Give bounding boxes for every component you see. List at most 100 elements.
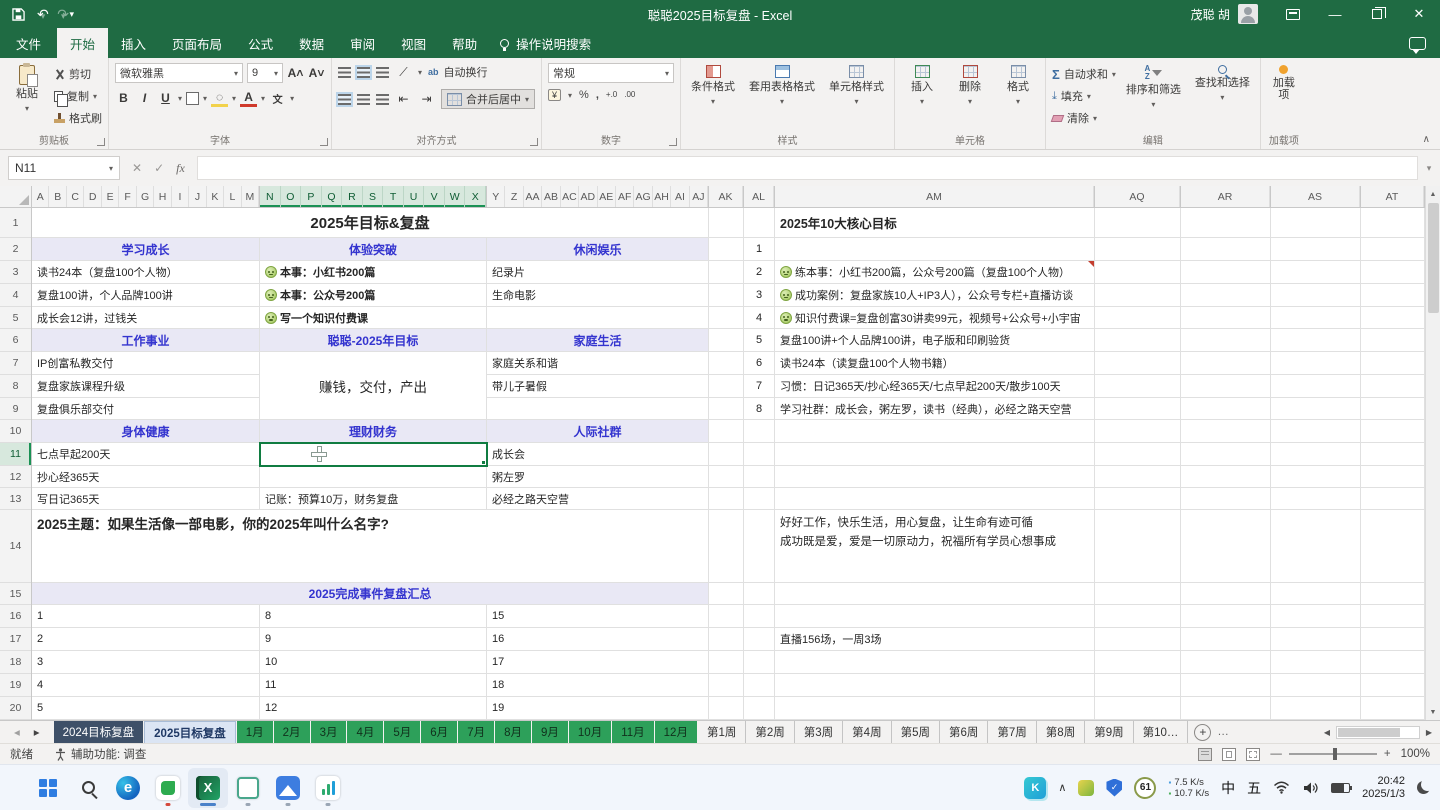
cell[interactable] (709, 443, 744, 466)
cell[interactable] (1361, 488, 1425, 510)
tab-file[interactable]: 文件 (0, 28, 57, 58)
cell[interactable]: 学习成长 (32, 238, 260, 261)
row-header-9[interactable]: 9 (0, 398, 31, 420)
tab-帮助[interactable]: 帮助 (439, 28, 490, 58)
cell[interactable] (709, 651, 744, 674)
chart-app-button[interactable] (308, 768, 348, 808)
column-header-V[interactable]: V (424, 186, 445, 207)
number-dialog-launcher[interactable] (669, 138, 677, 146)
cell[interactable] (709, 398, 744, 420)
ribbon-display-options-button[interactable] (1272, 0, 1314, 28)
cell[interactable]: 4 (32, 674, 260, 697)
cell[interactable] (709, 466, 744, 488)
start-button[interactable] (28, 768, 68, 808)
clipboard-dialog-launcher[interactable] (97, 138, 105, 146)
cell[interactable] (1361, 208, 1425, 238)
cell[interactable] (1361, 697, 1425, 720)
cell[interactable] (1095, 284, 1181, 307)
tray-expand-chevron[interactable]: ∧ (1058, 781, 1066, 794)
cell[interactable]: 12 (260, 697, 487, 720)
cell[interactable] (744, 488, 775, 510)
cell[interactable] (1361, 510, 1425, 583)
vertical-scrollbar[interactable]: ▲ ▼ (1425, 186, 1440, 720)
cell[interactable] (775, 674, 1095, 697)
row-header-20[interactable]: 20 (0, 697, 31, 720)
selected-cell[interactable] (260, 443, 487, 466)
cell[interactable] (1095, 443, 1181, 466)
cell[interactable] (1181, 583, 1271, 605)
sheet-tab-2月[interactable]: 2月 (274, 721, 310, 743)
cell[interactable]: 成功案例：复盘家族10人+IP3人），公众号专栏+直播访谈 (775, 284, 1095, 307)
copy-button[interactable]: 复制▾ (54, 87, 102, 105)
column-header-AH[interactable]: AH (653, 186, 671, 207)
cell[interactable] (1361, 261, 1425, 284)
cell[interactable] (744, 466, 775, 488)
column-header-Q[interactable]: Q (322, 186, 343, 207)
sheet-tab-7月[interactable]: 7月 (458, 721, 494, 743)
cell[interactable] (1271, 420, 1361, 443)
cell[interactable]: 4 (744, 307, 775, 329)
sheet-nav-left-arrow[interactable]: ◂ (14, 725, 20, 739)
cell[interactable] (1181, 238, 1271, 261)
row-header-7[interactable]: 7 (0, 352, 31, 375)
cell-theme[interactable]: 2025主题：如果生活像一部电影，你的2025年叫什么名字? (32, 510, 709, 583)
column-header-P[interactable]: P (301, 186, 322, 207)
cell[interactable]: 聪聪-2025年目标 (260, 329, 487, 352)
column-header-AK[interactable]: AK (709, 186, 743, 207)
cell[interactable] (744, 208, 775, 238)
evernote-button[interactable] (148, 768, 188, 808)
sheet-tab-第2周[interactable]: 第2周 (746, 721, 794, 743)
column-header-AA[interactable]: AA (524, 186, 542, 207)
number-format-combo[interactable]: 常规▾ (548, 63, 674, 83)
cell[interactable] (775, 488, 1095, 510)
zoom-in-button[interactable]: + (1384, 748, 1391, 760)
row-header-2[interactable]: 2 (0, 238, 31, 261)
cell[interactable] (1181, 697, 1271, 720)
paste-button[interactable]: 粘贴▾ (6, 63, 48, 117)
column-header-G[interactable]: G (137, 186, 154, 207)
mountain-app-button[interactable] (268, 768, 308, 808)
cell[interactable]: 7 (744, 375, 775, 398)
cell[interactable] (709, 208, 744, 238)
column-header-AR[interactable]: AR (1181, 186, 1270, 207)
cell[interactable] (1361, 605, 1425, 628)
cell[interactable]: 赚钱，交付，产出 (260, 352, 487, 420)
cell[interactable] (1271, 605, 1361, 628)
sheet-tab-第5周[interactable]: 第5周 (892, 721, 940, 743)
row-header-3[interactable]: 3 (0, 261, 31, 284)
cell[interactable] (1181, 466, 1271, 488)
excel-taskbar-button[interactable]: X (188, 768, 228, 808)
accessibility-status[interactable]: 辅助功能: 调查 (55, 746, 146, 762)
tab-页面布局[interactable]: 页面布局 (159, 28, 235, 58)
cell[interactable] (744, 443, 775, 466)
vertical-scroll-thumb[interactable] (1428, 203, 1439, 313)
cell[interactable] (775, 443, 1095, 466)
horizontal-scrollbar[interactable]: ◀ ▶ (1320, 721, 1440, 743)
cell[interactable] (1095, 674, 1181, 697)
cell[interactable] (487, 307, 709, 329)
cell-styles-button[interactable]: 单元格样式▾ (825, 63, 888, 110)
column-header-AT[interactable]: AT (1361, 186, 1424, 207)
cell[interactable] (744, 697, 775, 720)
cell[interactable] (1271, 443, 1361, 466)
delete-cells-button[interactable]: 删除▾ (949, 63, 991, 110)
cell[interactable] (1181, 352, 1271, 375)
cell[interactable] (1271, 238, 1361, 261)
cell[interactable] (775, 238, 1095, 261)
column-header-E[interactable]: E (102, 186, 119, 207)
zoom-slider[interactable] (1289, 753, 1377, 755)
column-header-M[interactable]: M (242, 186, 259, 207)
sheet-tab-第4周[interactable]: 第4周 (843, 721, 891, 743)
cell[interactable]: 1 (744, 238, 775, 261)
cell[interactable]: 七点早起200天 (32, 443, 260, 466)
cell[interactable]: 5 (744, 329, 775, 352)
column-header-U[interactable]: U (404, 186, 425, 207)
cell[interactable] (1271, 307, 1361, 329)
cell[interactable] (1271, 488, 1361, 510)
decrease-indent-button[interactable]: ⇤ (395, 90, 412, 108)
edge-browser-button[interactable]: e (108, 768, 148, 808)
format-cells-button[interactable]: 格式▾ (997, 63, 1039, 110)
tab-公式[interactable]: 公式 (235, 28, 286, 58)
cell[interactable] (1181, 488, 1271, 510)
cell[interactable] (1095, 488, 1181, 510)
